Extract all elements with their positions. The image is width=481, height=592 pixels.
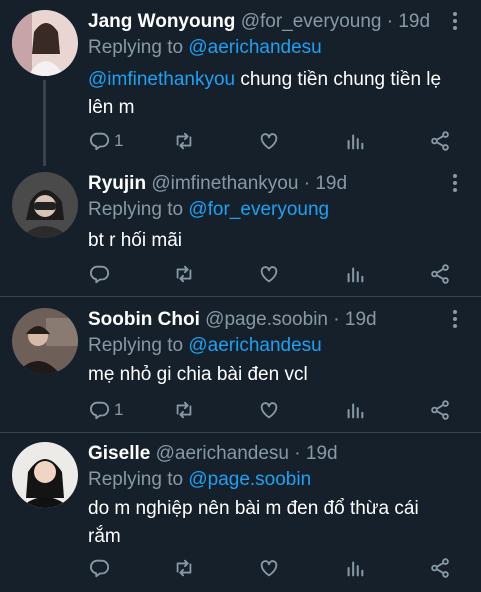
retweet-button[interactable] [173,130,195,152]
separator-dot: · [386,11,394,32]
retweet-icon [176,132,192,150]
analytics-button[interactable] [344,263,366,285]
tweet-text: do m nghiệp nên bài m đen đổ thừa cái rắ… [88,498,419,547]
separator-dot: · [294,443,301,464]
share-button[interactable] [429,399,451,421]
body-mention[interactable]: @imfinethankyou [88,69,235,90]
tweet-text: bt r hối mãi [88,230,182,251]
retweet-button[interactable] [173,399,195,421]
replying-mention[interactable]: @for_everyoung [188,199,329,220]
analytics-icon [347,134,364,150]
user-handle[interactable]: @page.soobin [205,309,328,330]
display-name[interactable]: Jang Wonyoung [88,11,235,32]
replying-mention[interactable]: @aerichandesu [188,335,321,356]
retweet-icon [176,401,192,419]
display-name[interactable]: Ryujin [88,173,146,194]
tweet-actions [0,263,481,287]
reply-icon [90,559,110,578]
replying-to: Replying to @aerichandesu [88,334,322,358]
reply-button[interactable]: 1 [88,399,123,421]
reply-button[interactable] [88,263,110,285]
analytics-button[interactable] [344,130,366,152]
like-icon [260,560,278,577]
like-button[interactable] [258,130,280,152]
replying-to: Replying to @for_everyoung [88,198,329,222]
more-icon[interactable] [453,174,457,195]
retweet-button[interactable] [173,557,195,579]
share-button[interactable] [429,557,451,579]
replying-mention[interactable]: @aerichandesu [188,37,321,58]
avatar[interactable] [12,172,78,238]
tweet-ryujin[interactable]: Ryujin @imfinethankyou · 19d Replying to… [0,172,481,292]
replying-prefix: Replying to [88,469,184,490]
like-icon [260,266,278,283]
avatar[interactable] [12,442,78,508]
timestamp[interactable]: 19d [345,309,377,330]
analytics-icon [347,267,364,283]
separator-dot: · [333,309,340,330]
divider [0,296,481,297]
replying-to: Replying to @aerichandesu [88,36,322,60]
share-button[interactable] [429,130,451,152]
like-button[interactable] [258,399,280,421]
analytics-button[interactable] [344,557,366,579]
display-name[interactable]: Soobin Choi [88,309,200,330]
divider [0,432,481,433]
tweet-actions: 1 [0,399,481,423]
tweet-header: Jang Wonyoung @for_everyoung · 19d [88,10,430,34]
replying-prefix: Replying to [88,335,184,356]
tweet-text: mẹ nhỏ gi chia bài đen vcl [88,364,308,385]
retweet-button[interactable] [173,263,195,285]
display-name[interactable]: Giselle [88,443,150,464]
user-handle[interactable]: @aerichandesu [156,443,289,464]
like-button[interactable] [258,263,280,285]
share-icon [431,558,449,578]
share-icon [431,131,449,151]
tweet-soobin-choi[interactable]: Soobin Choi @page.soobin · 19d Replying … [0,308,481,428]
replying-to: Replying to @page.soobin [88,468,311,492]
replying-prefix: Replying to [88,37,184,58]
more-icon[interactable] [453,310,457,331]
retweet-icon [176,559,192,577]
reply-count: 1 [114,131,124,150]
timestamp[interactable]: 19d [315,173,347,194]
tweet-jang-wonyoung[interactable]: Jang Wonyoung @for_everyoung · 19d Reply… [0,10,481,160]
reply-button[interactable] [88,557,110,579]
tweet-actions: 1 [0,130,481,154]
user-handle[interactable]: @for_everyoung [241,11,382,32]
avatar[interactable] [12,308,78,374]
like-button[interactable] [258,557,280,579]
avatar[interactable] [12,10,78,76]
tweet-text: @imfinethankyou chung tiền chung tiền lẹ… [88,66,468,122]
reply-icon [90,132,110,151]
tweet-giselle[interactable]: Giselle @aerichandesu · 19d Replying to … [0,442,481,587]
tweet-header: Giselle @aerichandesu · 19d [88,442,338,466]
share-button[interactable] [429,263,451,285]
share-icon [431,264,449,284]
like-icon [260,133,278,150]
replying-mention[interactable]: @page.soobin [188,469,311,490]
reply-icon [90,401,110,420]
analytics-button[interactable] [344,399,366,421]
tweet-header: Ryujin @imfinethankyou · 19d [88,172,347,196]
analytics-icon [347,561,364,577]
tweet-header: Soobin Choi @page.soobin · 19d [88,308,377,332]
analytics-icon [347,403,364,419]
like-icon [260,402,278,419]
reply-icon [90,265,110,284]
share-icon [431,400,449,420]
tweet-actions [0,557,481,581]
separator-dot: · [303,173,311,194]
retweet-icon [176,265,192,283]
reply-button[interactable]: 1 [88,130,123,152]
replying-prefix: Replying to [88,199,184,220]
more-icon[interactable] [453,12,457,33]
timestamp[interactable]: 19d [398,11,430,32]
reply-count: 1 [114,400,124,419]
user-handle[interactable]: @imfinethankyou [151,173,298,194]
timestamp[interactable]: 19d [306,443,338,464]
